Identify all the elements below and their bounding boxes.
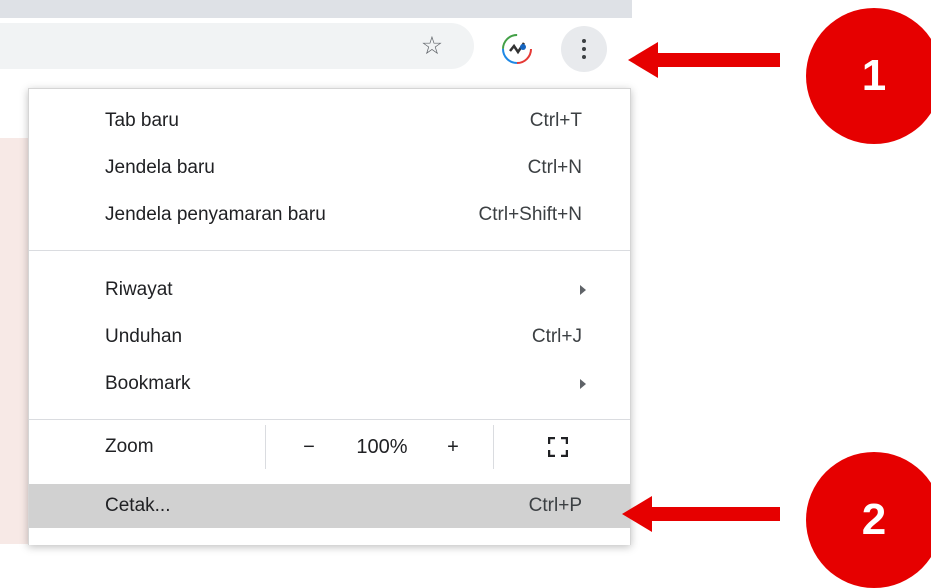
address-bar[interactable]: [0, 23, 474, 69]
annotation-arrow-2-shaft: [649, 507, 780, 521]
annotation-arrow-1-head: [628, 42, 658, 78]
chrome-main-menu: Tab baru Ctrl+T Jendela baru Ctrl+N Jend…: [28, 88, 631, 545]
zoom-out-button[interactable]: −: [287, 425, 331, 469]
menu-item-label: Riwayat: [105, 279, 173, 300]
menu-item-label: Unduhan: [105, 326, 183, 347]
annotation-badge-1: 1: [806, 8, 931, 144]
kebab-menu-icon[interactable]: [561, 26, 607, 72]
fullscreen-icon[interactable]: [547, 436, 569, 458]
menu-item-incognito-window[interactable]: Jendela penyamaran baru Ctrl+Shift+N: [29, 193, 630, 237]
zoom-level-value: 100%: [356, 435, 408, 458]
menu-item-label: Tab baru: [105, 110, 179, 131]
menu-item-shortcut: Ctrl+T: [529, 110, 582, 131]
menu-item-shortcut: Ctrl+J: [531, 326, 582, 347]
menu-item-label: Bookmark: [105, 373, 191, 394]
zoom-in-button[interactable]: +: [431, 425, 475, 469]
menu-item-bookmarks[interactable]: Bookmark: [29, 362, 630, 406]
menu-item-shortcut: Ctrl+P: [528, 495, 582, 516]
star-icon[interactable]: ☆: [416, 30, 448, 62]
submenu-arrow-icon: [580, 379, 586, 389]
menu-item-label: Jendela penyamaran baru: [105, 204, 326, 225]
menu-item-history[interactable]: Riwayat: [29, 268, 630, 312]
menu-item-shortcut: Ctrl+N: [527, 157, 582, 178]
menu-item-new-window[interactable]: Jendela baru Ctrl+N: [29, 146, 630, 190]
zoom-label: Zoom: [105, 436, 154, 457]
annotation-badge-2: 2: [806, 452, 931, 588]
page-background-strip: [0, 88, 30, 544]
menu-item-label: Jendela baru: [105, 157, 215, 178]
zoom-divider: [265, 425, 266, 469]
menu-item-print[interactable]: Cetak... Ctrl+P: [29, 484, 630, 528]
menu-divider: [29, 419, 630, 420]
menu-item-new-tab[interactable]: Tab baru Ctrl+T: [29, 99, 630, 143]
menu-item-shortcut: Ctrl+Shift+N: [478, 204, 582, 225]
submenu-arrow-icon: [580, 285, 586, 295]
tab-strip: [0, 0, 632, 18]
page-background-top: [0, 88, 30, 138]
menu-item-downloads[interactable]: Unduhan Ctrl+J: [29, 315, 630, 359]
annotation-arrow-1-shaft: [655, 53, 780, 67]
annotation-arrow-2-head: [622, 496, 652, 532]
zoom-divider: [493, 425, 494, 469]
menu-item-label: Cetak...: [105, 495, 171, 516]
extension-icon[interactable]: [497, 29, 537, 69]
menu-divider: [29, 250, 630, 251]
